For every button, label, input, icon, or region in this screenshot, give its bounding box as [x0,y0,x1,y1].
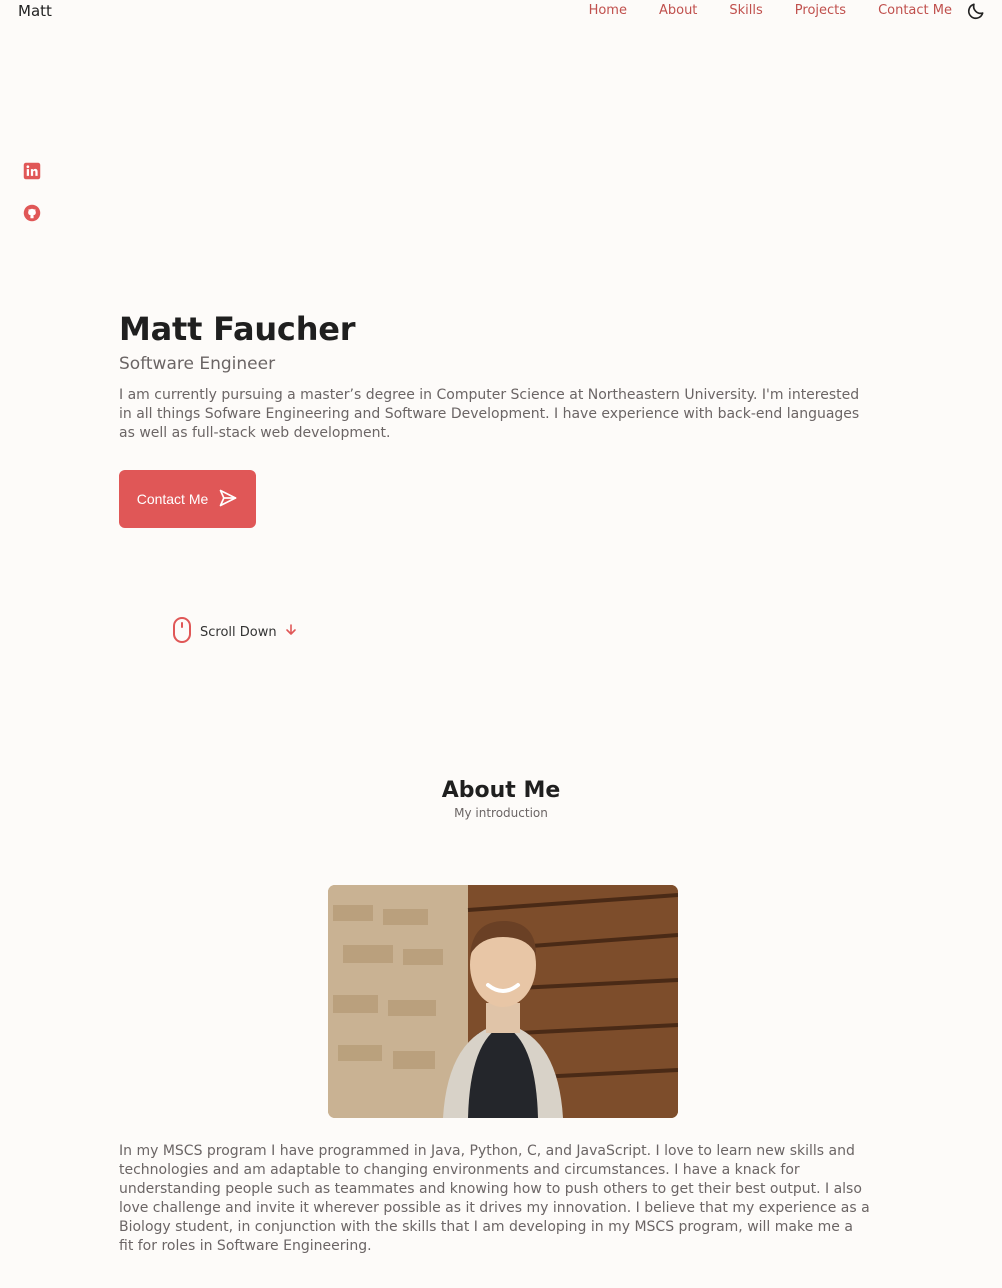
scroll-down-label: Scroll Down [200,624,277,640]
nav-projects[interactable]: Projects [795,3,846,18]
about-title: About Me [441,778,561,803]
moon-icon[interactable] [966,1,986,21]
nav-home[interactable]: Home [589,3,627,18]
arrow-down-icon [285,624,297,640]
hero-name: Matt Faucher [119,310,356,348]
linkedin-icon[interactable] [23,162,41,180]
github-icon[interactable] [23,204,41,222]
profile-photo [328,885,678,1118]
send-icon [218,488,238,511]
about-subtitle: My introduction [454,806,548,820]
nav-skills[interactable]: Skills [729,3,762,18]
scroll-down-link[interactable]: Scroll Down [172,616,297,648]
nav: Home About Skills Projects Contact Me [589,3,952,18]
header: Matt Home About Skills Projects Contact … [0,0,1002,24]
nav-about[interactable]: About [659,3,697,18]
page: Matt Home About Skills Projects Contact … [0,0,1002,1288]
social-links [23,162,41,222]
hero: Matt Faucher Software Engineer I am curr… [119,310,879,443]
contact-me-label: Contact Me [136,491,209,507]
logo[interactable]: Matt [18,2,52,20]
nav-contact[interactable]: Contact Me [878,3,952,18]
hero-title: Software Engineer [119,354,276,374]
about-text: In my MSCS program I have programmed in … [119,1143,870,1254]
mouse-icon [172,616,192,648]
hero-description: I am currently pursuing a master’s degre… [119,387,860,441]
contact-me-button[interactable]: Contact Me [119,470,256,528]
